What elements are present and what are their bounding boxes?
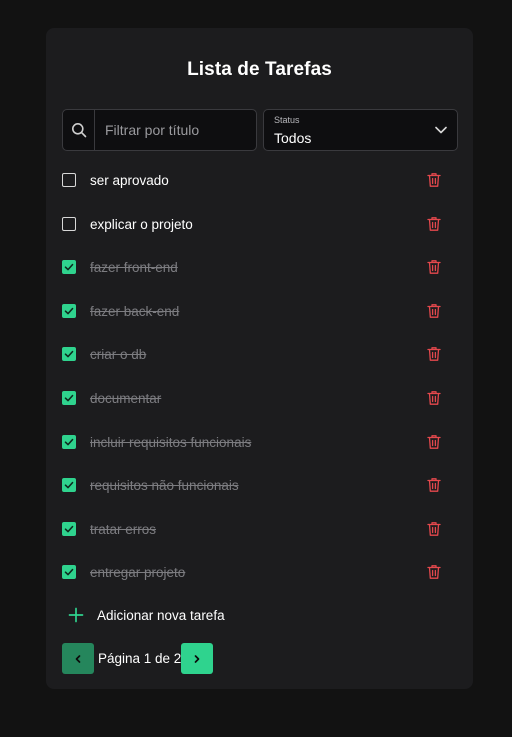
task-checkbox[interactable] — [62, 173, 76, 187]
plus-icon — [68, 607, 84, 623]
delete-task-button[interactable] — [427, 477, 441, 498]
checkmark-icon — [64, 351, 74, 358]
status-select-value: Todos — [274, 130, 312, 146]
task-checkbox[interactable] — [62, 565, 76, 580]
trash-icon — [427, 347, 441, 362]
delete-task-button[interactable] — [427, 346, 441, 367]
page-title: Lista de Tarefas — [187, 59, 332, 80]
task-item: fazer front-end — [62, 258, 457, 278]
delete-task-button[interactable] — [427, 390, 441, 411]
task-checkbox[interactable] — [62, 434, 76, 449]
trash-icon — [427, 260, 441, 275]
task-label: tratar erros — [90, 521, 157, 537]
trash-icon — [427, 391, 441, 405]
status-select-label: Status — [274, 115, 300, 125]
task-label: requisitos não funcionais — [90, 478, 239, 494]
todo-card: Lista de Tarefas Status Todos ser aprova… — [46, 28, 473, 689]
task-item: incluir requisitos funcionais — [62, 433, 457, 453]
trash-icon — [427, 303, 441, 318]
checkmark-icon — [64, 438, 74, 445]
add-task-button[interactable]: Adicionar nova tarefa — [68, 606, 288, 626]
task-item: explicar o projeto — [62, 215, 457, 235]
add-task-label: Adicionar nova tarefa — [97, 608, 225, 623]
chevron-down-icon — [435, 126, 447, 134]
trash-icon — [427, 173, 441, 187]
delete-task-button[interactable] — [427, 303, 441, 324]
delete-task-button[interactable] — [427, 172, 441, 193]
task-checkbox[interactable] — [62, 478, 76, 493]
search-box — [62, 109, 257, 151]
task-checkbox[interactable] — [62, 521, 76, 536]
task-label: ser aprovado — [90, 173, 169, 188]
delete-task-button[interactable] — [427, 434, 441, 455]
task-item: requisitos não funcionais — [62, 476, 457, 496]
task-item: criar o db — [62, 345, 457, 365]
task-label: fazer back-end — [90, 303, 180, 319]
page-indicator: Página 1 de 2 — [98, 651, 182, 666]
task-checkbox[interactable] — [62, 347, 76, 362]
checkmark-icon — [64, 525, 74, 533]
task-item: entregar projeto — [62, 563, 457, 583]
task-label: fazer front-end — [90, 260, 178, 276]
task-checkbox[interactable] — [62, 216, 76, 231]
task-label: explicar o projeto — [90, 216, 193, 232]
checkmark-icon — [64, 569, 74, 576]
task-item: tratar erros — [62, 520, 457, 540]
task-label: criar o db — [90, 347, 147, 363]
trash-icon — [427, 521, 441, 536]
status-select[interactable]: Status Todos — [263, 109, 458, 151]
task-item: fazer back-end — [62, 302, 457, 322]
pagination: Página 1 de 2 — [62, 643, 222, 674]
checkmark-icon — [64, 394, 74, 402]
delete-task-button[interactable] — [427, 259, 441, 280]
checkmark-icon — [64, 481, 74, 489]
task-checkbox[interactable] — [62, 303, 76, 318]
task-label: incluir requisitos funcionais — [90, 434, 252, 450]
delete-task-button[interactable] — [427, 216, 441, 237]
previous-page-button[interactable] — [62, 643, 94, 674]
task-label: documentar — [90, 391, 162, 406]
search-input[interactable] — [105, 110, 250, 150]
trash-icon — [427, 478, 441, 493]
trash-icon — [427, 216, 441, 231]
chevron-right-icon — [194, 654, 200, 663]
trash-icon — [427, 434, 441, 449]
search-icon — [63, 110, 95, 150]
task-checkbox[interactable] — [62, 391, 76, 405]
delete-task-button[interactable] — [427, 564, 441, 585]
task-item: documentar — [62, 389, 457, 409]
task-item: ser aprovado — [62, 171, 457, 191]
chevron-left-icon — [75, 654, 81, 663]
task-checkbox[interactable] — [62, 260, 76, 275]
trash-icon — [427, 565, 441, 580]
next-page-button[interactable] — [181, 643, 213, 674]
checkmark-icon — [64, 263, 74, 271]
delete-task-button[interactable] — [427, 521, 441, 542]
task-label: entregar projeto — [90, 565, 186, 581]
checkmark-icon — [64, 307, 74, 315]
